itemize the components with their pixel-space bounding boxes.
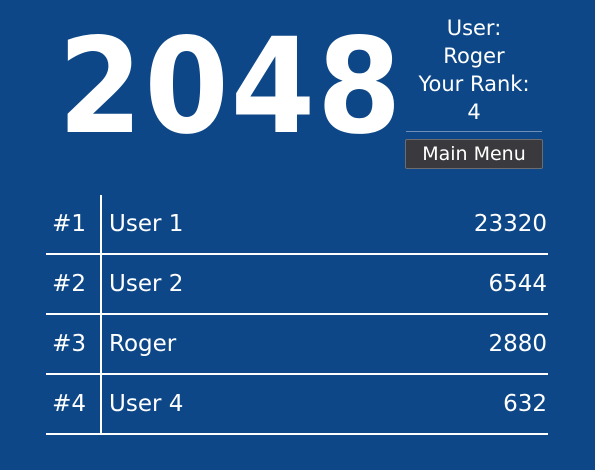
- rank-label: Your Rank:: [418, 72, 530, 96]
- rank-cell: #2: [46, 255, 102, 313]
- leaderboard-row: #2 User 2 6544: [46, 255, 548, 315]
- user-name: Roger: [443, 44, 505, 68]
- score-cell: 23320: [473, 211, 547, 237]
- leaderboard-row: #1 User 1 23320: [46, 195, 548, 255]
- rank-cell: #1: [46, 195, 102, 253]
- panel-divider: [406, 131, 542, 132]
- score-cell: 632: [503, 391, 547, 417]
- user-info-panel: User: Roger Your Rank: 4 Main Menu: [403, 14, 545, 169]
- rank-cell: #3: [46, 315, 102, 373]
- rank-value: 4: [467, 100, 481, 124]
- leaderboard-row: #4 User 4 632: [46, 375, 548, 435]
- leaderboard-row: #3 Roger 2880: [46, 315, 548, 375]
- user-label: User:: [446, 16, 502, 40]
- main-menu-button[interactable]: Main Menu: [405, 139, 543, 169]
- leaderboard-table: #1 User 1 23320 #2 User 2 6544 #3 Roger …: [46, 195, 548, 435]
- game-logo: 2048: [58, 10, 404, 164]
- score-cell: 2880: [488, 331, 547, 357]
- player-name-cell: User 4: [109, 391, 184, 417]
- rank-cell: #4: [46, 375, 102, 433]
- player-name-cell: User 1: [109, 211, 184, 237]
- score-cell: 6544: [488, 271, 547, 297]
- player-name-cell: Roger: [109, 331, 177, 357]
- player-name-cell: User 2: [109, 271, 184, 297]
